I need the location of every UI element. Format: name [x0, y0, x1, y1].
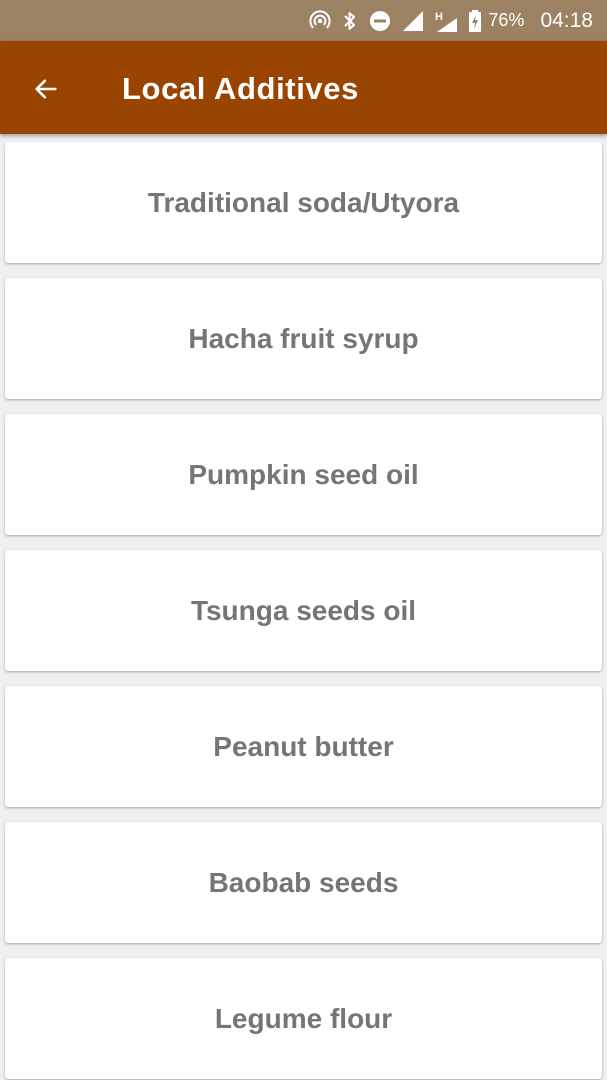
list-item-label: Tsunga seeds oil [190, 594, 417, 626]
svg-text:H: H [435, 11, 443, 23]
clock: 04:18 [540, 8, 593, 32]
list-item-peanut-butter[interactable]: Peanut butter [5, 686, 602, 807]
signal-h-icon: H [434, 9, 458, 33]
list-item-tsunga-seeds-oil[interactable]: Tsunga seeds oil [5, 550, 602, 671]
back-arrow-icon [35, 79, 57, 99]
battery-percentage: 76% [488, 10, 525, 30]
page-title: Local Additives [122, 71, 359, 106]
list-item-label: Legume flour [214, 1002, 393, 1034]
status-bar: H 76% 04:18 [0, 0, 607, 41]
app-bar: Local Additives [0, 41, 607, 134]
bluetooth-icon [342, 9, 358, 33]
list-item-pumpkin-seed-oil[interactable]: Pumpkin seed oil [5, 414, 602, 535]
signal-icon [402, 10, 424, 32]
list-item-label: Hacha fruit syrup [188, 322, 419, 354]
back-button[interactable] [22, 65, 70, 113]
list-item-traditional-soda[interactable]: Traditional soda/Utyora [5, 142, 602, 263]
list-item-baobab-seeds[interactable]: Baobab seeds [5, 822, 602, 943]
list-item-label: Pumpkin seed oil [188, 458, 419, 490]
list-item-legume-flour[interactable]: Legume flour [5, 958, 602, 1079]
list-item-label: Traditional soda/Utyora [147, 186, 460, 218]
list-item-label: Peanut butter [213, 730, 394, 762]
list-item-hacha-fruit-syrup[interactable]: Hacha fruit syrup [5, 278, 602, 399]
list-item-label: Baobab seeds [208, 866, 399, 898]
do-not-disturb-icon [368, 9, 392, 33]
status-icons: H 76% 04:18 [308, 0, 593, 41]
battery-charging-icon [468, 9, 482, 33]
hotspot-icon [308, 9, 332, 33]
